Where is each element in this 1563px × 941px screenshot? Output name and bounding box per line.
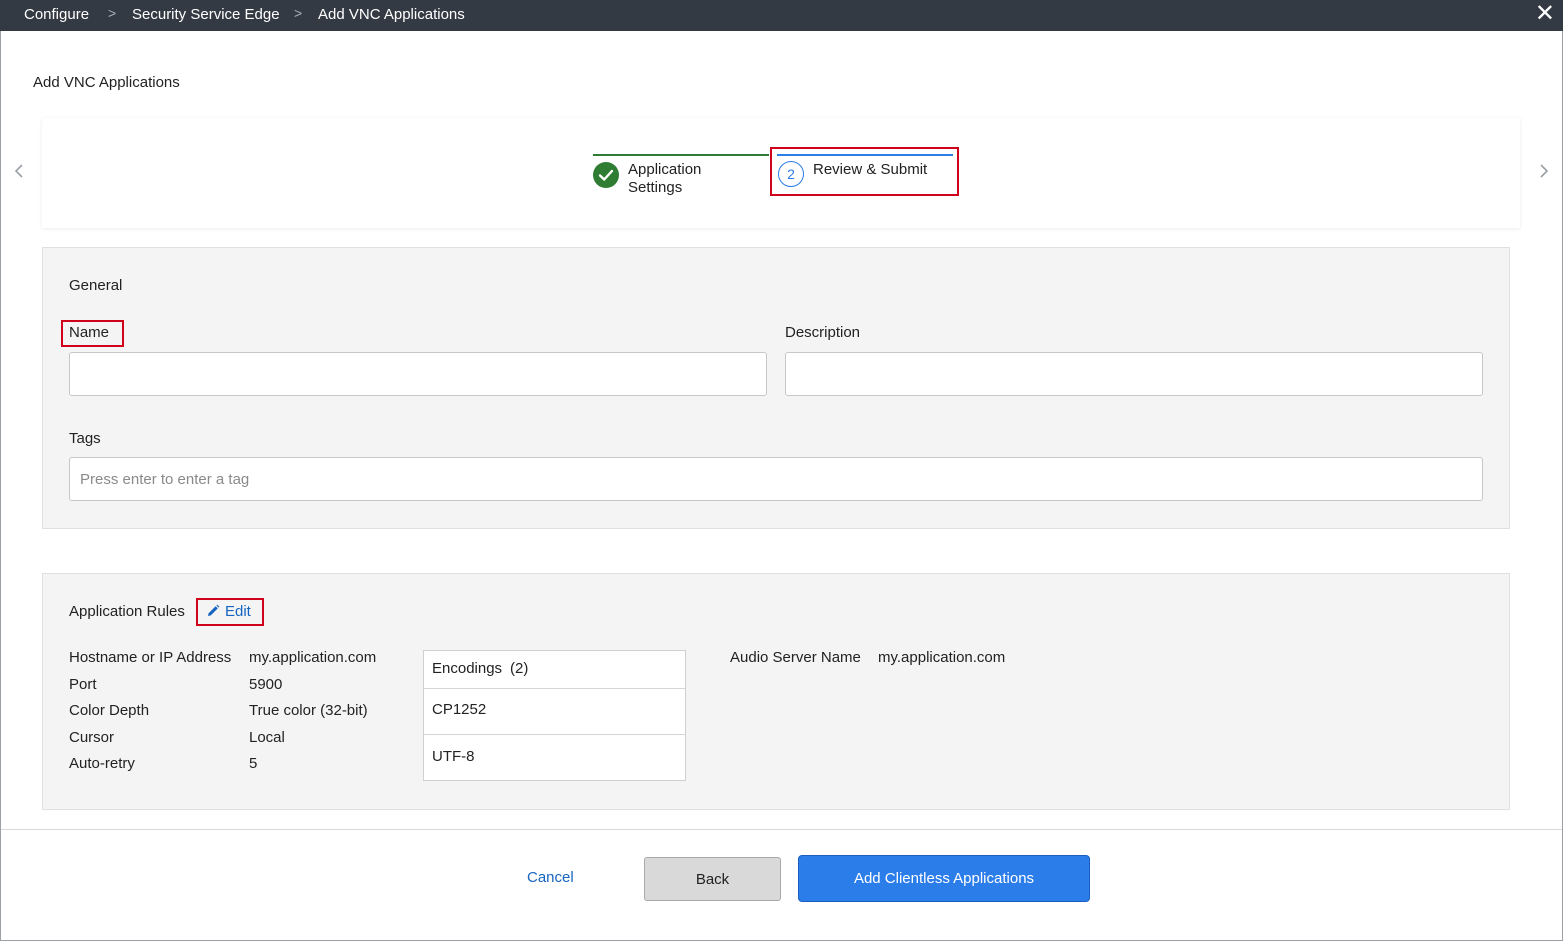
field-key: Port: [69, 676, 97, 693]
check-circle-icon: [593, 162, 619, 188]
field-key: Cursor: [69, 729, 115, 746]
application-rules-heading: Application Rules: [69, 603, 185, 620]
encoding-cell: UTF-8: [432, 748, 475, 765]
page-title: Add VNC Applications: [33, 74, 180, 91]
step-review-submit[interactable]: Review & Submit: [813, 161, 927, 178]
tags-label: Tags: [69, 430, 101, 447]
field-value: Local: [249, 729, 285, 746]
tags-input[interactable]: [69, 457, 1483, 501]
edit-label: Edit: [225, 603, 251, 620]
encodings-header: Encodings (2): [424, 651, 685, 689]
chevron-left-icon[interactable]: [14, 162, 24, 185]
name-label: Name: [69, 324, 110, 341]
step-label-line: Settings: [628, 179, 683, 196]
name-input[interactable]: [69, 352, 767, 396]
step-progress-line-complete: [593, 154, 769, 156]
close-icon[interactable]: ✕: [1535, 1, 1555, 27]
table-row: CP1252: [424, 688, 685, 735]
breadcrumb-configure[interactable]: Configure: [24, 6, 89, 23]
step-number-badge: 2: [778, 161, 804, 187]
audio-server-label: Audio Server Name: [730, 649, 861, 666]
field-value: 5900: [249, 676, 283, 693]
step-label-line: Application: [628, 161, 702, 178]
cancel-button[interactable]: Cancel: [527, 869, 574, 886]
encodings-table: Encodings (2) CP1252 UTF-8: [423, 650, 686, 781]
encoding-cell: CP1252: [432, 701, 487, 718]
field-value: my.application.com: [249, 649, 377, 666]
field-key: Hostname or IP Address: [69, 649, 232, 666]
breadcrumb-separator-icon: >: [294, 5, 303, 21]
description-label: Description: [785, 324, 861, 341]
general-heading: General: [69, 277, 123, 294]
pencil-icon: [206, 603, 225, 620]
edit-rules-button[interactable]: Edit: [206, 603, 251, 620]
field-value: True color (32-bit): [249, 702, 368, 719]
table-row: UTF-8: [424, 735, 685, 780]
field-key: Color Depth: [69, 702, 150, 719]
description-input[interactable]: [785, 352, 1483, 396]
field-value: 5: [249, 755, 258, 772]
back-button[interactable]: Back: [644, 857, 781, 901]
step-application-settings[interactable]: Application Settings: [628, 161, 701, 197]
add-clientless-applications-button[interactable]: Add Clientless Applications: [798, 855, 1090, 902]
breadcrumb-separator-icon: >: [108, 5, 117, 21]
breadcrumb-security-service-edge[interactable]: Security Service Edge: [132, 6, 280, 23]
footer-divider: [1, 829, 1562, 830]
field-key: Auto-retry: [69, 755, 135, 772]
breadcrumb-current: Add VNC Applications: [318, 6, 465, 23]
audio-server-value: my.application.com: [878, 649, 1006, 666]
encodings-header-label: Encodings: [432, 660, 503, 677]
encodings-count: (2): [510, 660, 529, 677]
chevron-right-icon[interactable]: [1539, 162, 1549, 185]
top-bar: Configure > Security Service Edge > Add …: [0, 0, 1563, 31]
